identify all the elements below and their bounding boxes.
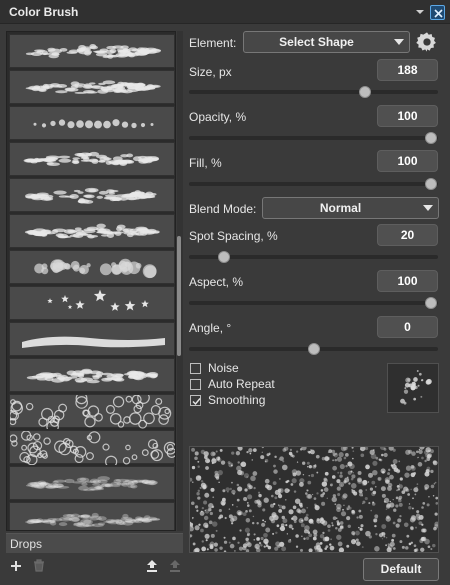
fill-label: Fill, % — [189, 156, 222, 170]
blend-mode-label: Blend Mode: — [189, 202, 257, 216]
stroke-preview-image — [188, 444, 440, 554]
aspect-label: Aspect, % — [189, 275, 244, 289]
brush-stroke-icon — [25, 44, 162, 59]
brush-item[interactable] — [9, 286, 175, 320]
stroke-preview — [188, 444, 440, 554]
angle-slider-knob[interactable] — [307, 343, 320, 355]
brush-item[interactable] — [9, 394, 175, 429]
spot-spacing-slider-knob[interactable] — [218, 251, 231, 263]
spot-spacing-slider[interactable] — [189, 251, 438, 263]
blend-mode-value: Normal — [319, 201, 362, 215]
spot-spacing-label: Spot Spacing, % — [189, 229, 278, 243]
chevron-down-icon — [394, 39, 404, 45]
brush-item[interactable] — [9, 430, 175, 465]
opacity-slider-knob[interactable] — [425, 132, 437, 144]
brush-stroke-icon — [10, 431, 175, 465]
panel-title: Color Brush — [9, 5, 79, 19]
fill-slider[interactable] — [189, 178, 438, 190]
size-slider-knob[interactable] — [359, 86, 372, 98]
scrollbar-thumb[interactable] — [177, 236, 181, 356]
close-icon — [434, 9, 443, 18]
brush-tip-preview — [387, 363, 439, 413]
auto-repeat-label: Auto Repeat — [208, 377, 275, 391]
brush-item[interactable] — [9, 250, 175, 284]
brush-stroke-icon — [25, 187, 157, 204]
opacity-input[interactable]: 100 — [377, 105, 438, 127]
brush-stroke-icon — [26, 368, 159, 384]
brush-stroke-icon — [47, 289, 149, 311]
size-input[interactable]: 188 — [377, 59, 438, 81]
element-dropdown-value: Select Shape — [279, 35, 354, 49]
brush-stroke-icon — [23, 151, 159, 167]
upload-icon[interactable] — [145, 559, 159, 573]
brush-stroke-icon — [34, 258, 157, 279]
element-dropdown[interactable]: Select Shape — [243, 31, 410, 53]
brush-item[interactable] — [9, 322, 175, 356]
close-button[interactable] — [430, 5, 445, 20]
fill-input[interactable]: 100 — [377, 150, 438, 172]
brush-stroke-icon — [24, 223, 160, 239]
brush-stroke-icon — [25, 80, 161, 94]
brush-stroke-icon — [10, 395, 172, 429]
noise-label: Noise — [208, 361, 239, 375]
default-button[interactable]: Default — [363, 558, 439, 581]
brush-item[interactable] — [9, 178, 175, 212]
plus-icon[interactable] — [10, 560, 22, 572]
brush-item[interactable] — [9, 106, 175, 140]
brush-stroke-icon — [22, 336, 165, 348]
brush-stroke-icon — [33, 119, 154, 129]
angle-input[interactable]: 0 — [377, 316, 438, 338]
brush-list[interactable] — [6, 31, 176, 531]
brush-item[interactable] — [9, 34, 175, 68]
auto-repeat-checkbox[interactable] — [190, 379, 201, 390]
brush-stroke-icon — [25, 476, 158, 492]
brush-stroke-icon — [25, 512, 161, 528]
trash-icon[interactable] — [33, 559, 45, 572]
brush-tip-image — [400, 370, 432, 405]
spot-spacing-input[interactable]: 20 — [377, 224, 438, 246]
angle-slider[interactable] — [189, 343, 438, 355]
smoothing-checkbox[interactable] — [190, 395, 201, 406]
brush-item[interactable] — [9, 502, 175, 530]
chevron-down-icon — [423, 205, 433, 211]
chevron-down-icon[interactable] — [413, 6, 427, 18]
size-label: Size, px — [189, 65, 232, 79]
opacity-slider[interactable] — [189, 132, 438, 144]
size-slider[interactable] — [189, 86, 438, 98]
panel-titlebar: Color Brush — [0, 0, 450, 24]
check-icon — [192, 398, 201, 406]
noise-checkbox[interactable] — [190, 363, 201, 374]
angle-label: Angle, ° — [189, 321, 232, 335]
brush-item[interactable] — [9, 358, 175, 392]
selected-brush-name: Drops — [10, 537, 43, 551]
opacity-label: Opacity, % — [189, 110, 247, 124]
smoothing-label: Smoothing — [208, 393, 266, 407]
export-icon[interactable] — [168, 559, 182, 573]
brush-item[interactable] — [9, 70, 175, 104]
aspect-input[interactable]: 100 — [377, 270, 438, 292]
brush-item[interactable] — [9, 142, 175, 176]
brush-item[interactable] — [9, 214, 175, 248]
aspect-slider-knob[interactable] — [425, 297, 437, 309]
blend-mode-dropdown[interactable]: Normal — [262, 197, 439, 219]
aspect-slider[interactable] — [189, 297, 438, 309]
selected-brush-bar: Drops — [6, 533, 183, 553]
element-label: Element: — [189, 36, 237, 50]
brush-item[interactable] — [9, 466, 175, 500]
fill-slider-knob[interactable] — [425, 178, 437, 190]
gear-icon[interactable] — [416, 31, 438, 53]
